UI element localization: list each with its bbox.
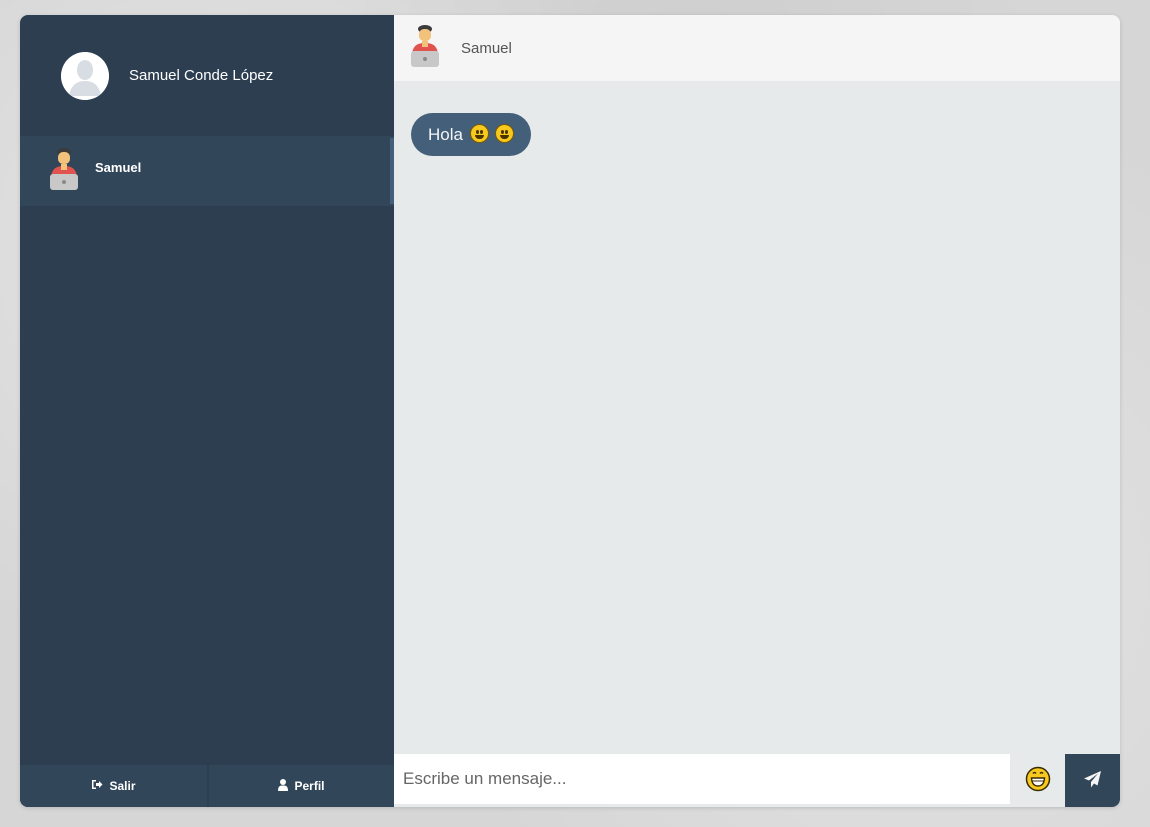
profile-label: Perfil [294,779,325,793]
user-icon [278,778,289,794]
message-composer [394,754,1120,807]
chat-panel: Samuel Hola [394,15,1120,807]
chat-header: Samuel [394,15,1120,81]
send-button[interactable] [1065,754,1120,807]
person-laptop-icon [409,24,441,73]
person-laptop-icon [48,147,80,196]
message-text: Hola [428,125,463,144]
message-input[interactable] [394,754,1010,804]
logout-label: Salir [109,779,136,793]
sidebar: Samuel Conde López Samuel Salir Perfil [20,15,394,807]
logout-button[interactable]: Salir [20,765,207,807]
message-list: Hola [394,81,1120,188]
paper-plane-icon [1083,770,1102,792]
message-bubble: Hola [411,113,532,156]
profile-button[interactable]: Perfil [207,765,394,807]
grinning-face-icon [1025,766,1051,795]
contact-name: Samuel [95,159,142,175]
contact-item[interactable]: Samuel [20,136,394,206]
user-profile: Samuel Conde López [20,15,394,136]
smiley-icon [469,124,489,143]
chat-app-window: Samuel Conde López Samuel Salir Perfil S… [20,15,1120,807]
sign-out-icon [91,779,103,793]
emoji-picker-button[interactable] [1010,754,1065,807]
chat-contact-name: Samuel [461,39,512,57]
smiley-icon [495,124,515,143]
user-profile-name: Samuel Conde López [129,67,274,84]
contact-list: Samuel [20,136,394,206]
user-silhouette-icon[interactable] [61,51,109,100]
sidebar-bottom-bar: Salir Perfil [20,765,394,807]
